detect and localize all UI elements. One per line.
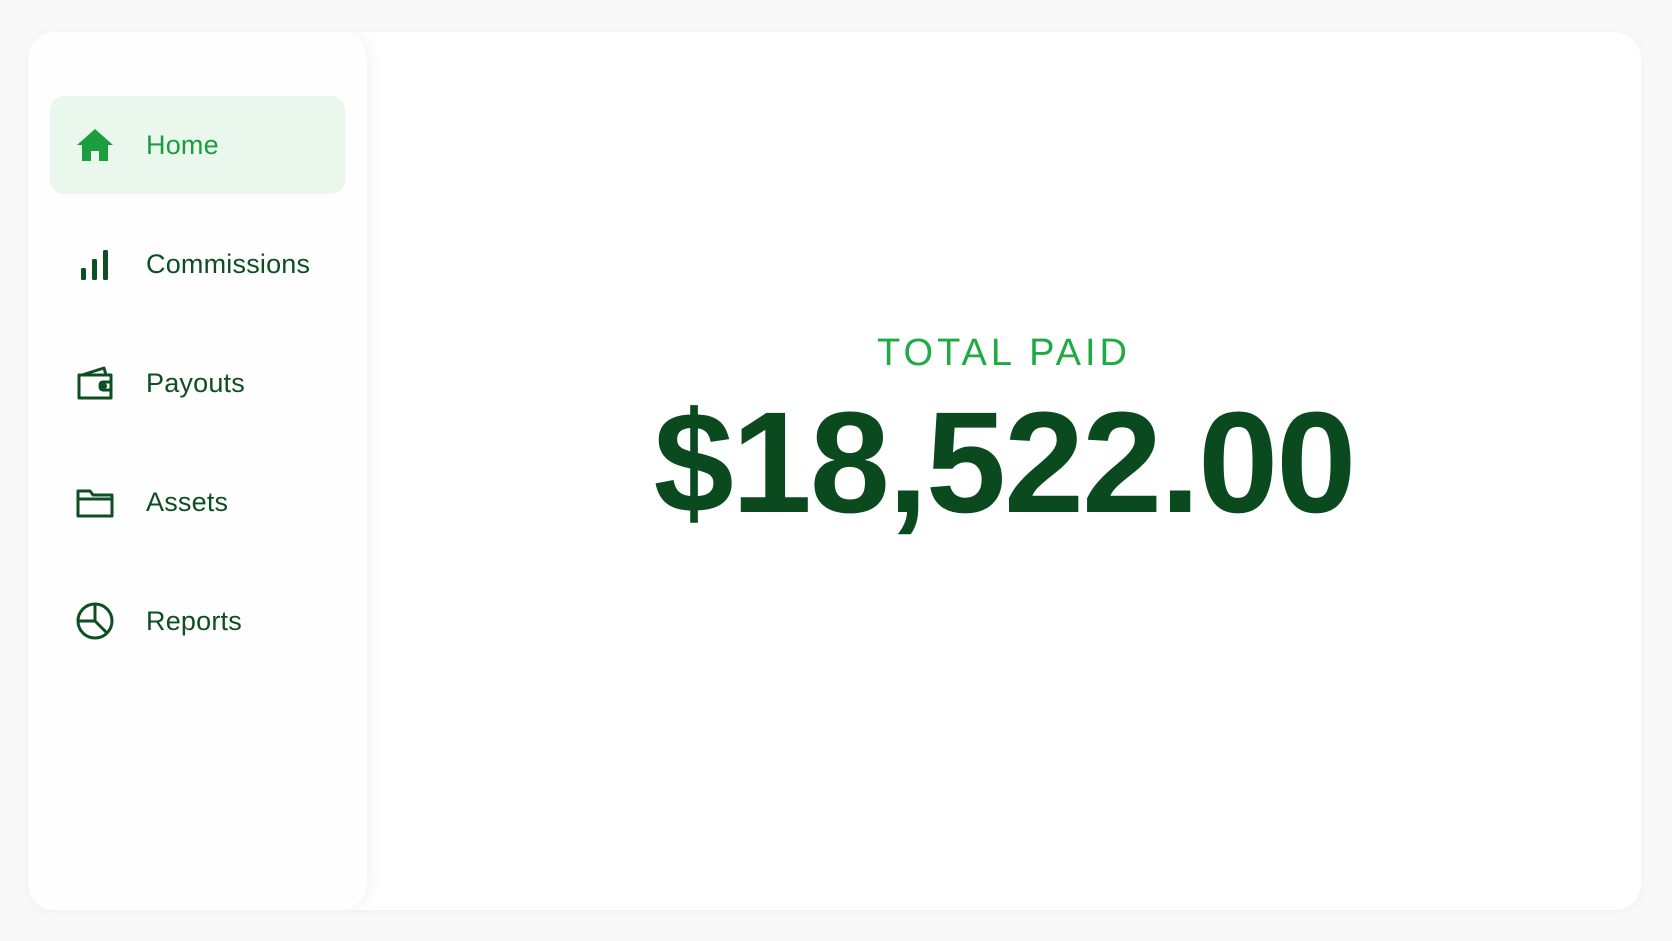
total-paid-amount: $18,522.00: [653, 382, 1357, 543]
sidebar-item-label: Home: [146, 129, 219, 160]
sidebar: Home Commissions Payouts Assets Reports: [28, 32, 367, 910]
app-window: Home Commissions Payouts Assets Reports …: [28, 32, 1641, 910]
sidebar-item-assets[interactable]: Assets: [50, 453, 345, 551]
sidebar-nav: Home Commissions Payouts Assets Reports: [50, 96, 345, 691]
main-content: TOTAL PAID $18,522.00: [367, 32, 1641, 910]
sidebar-item-payouts[interactable]: Payouts: [50, 334, 345, 432]
sidebar-item-label: Payouts: [146, 367, 245, 398]
total-paid-card: TOTAL PAID $18,522.00: [367, 332, 1641, 535]
total-paid-label: TOTAL PAID: [877, 332, 1131, 374]
sidebar-item-home[interactable]: Home: [50, 96, 345, 194]
sidebar-item-label: Reports: [146, 605, 242, 636]
sidebar-item-label: Commissions: [146, 248, 311, 279]
home-icon: [74, 124, 116, 166]
wallet-icon: [74, 362, 116, 404]
sidebar-item-reports[interactable]: Reports: [50, 572, 345, 670]
sidebar-item-commissions[interactable]: Commissions: [50, 215, 345, 313]
sidebar-item-label: Assets: [146, 486, 229, 517]
folder-icon: [74, 481, 116, 523]
bar-chart-icon: [74, 243, 116, 285]
pie-chart-icon: [74, 600, 116, 642]
